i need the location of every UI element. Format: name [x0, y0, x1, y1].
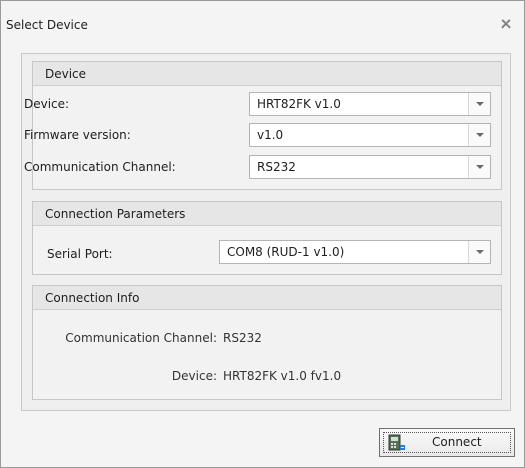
select-device-dialog: Select Device Device Device: HRT82FK v1.… — [0, 0, 525, 468]
channel-combobox[interactable]: RS232 — [249, 155, 491, 179]
firmware-combobox[interactable]: v1.0 — [249, 123, 491, 147]
firmware-label: Firmware version: — [24, 128, 131, 142]
connection-info-header: Connection Info — [33, 286, 501, 310]
info-channel-value: RS232 — [223, 331, 262, 345]
connect-button[interactable]: Connect — [379, 428, 515, 457]
connection-parameters-header: Connection Parameters — [33, 202, 501, 226]
chevron-down-icon[interactable] — [468, 124, 490, 146]
dialog-content: Device Device: HRT82FK v1.0 Firmware ver… — [21, 53, 511, 411]
chevron-down-icon[interactable] — [468, 241, 490, 263]
channel-value: RS232 — [257, 160, 296, 174]
device-group: Device Device: HRT82FK v1.0 Firmware ver… — [24, 61, 502, 190]
info-device-label: Device: — [171, 369, 217, 383]
device-label: Device: — [24, 97, 70, 111]
serial-port-value: COM8 (RUD-1 v1.0) — [227, 245, 345, 259]
serial-port-combobox[interactable]: COM8 (RUD-1 v1.0) — [219, 240, 491, 264]
device-group-header: Device — [33, 62, 501, 86]
chevron-down-icon[interactable] — [468, 156, 490, 178]
device-value: HRT82FK v1.0 — [257, 97, 341, 111]
connection-info-group: Connection Info Communication Channel: R… — [32, 285, 502, 400]
close-icon[interactable] — [497, 15, 515, 33]
device-combobox[interactable]: HRT82FK v1.0 — [249, 92, 491, 116]
dialog-title: Select Device — [6, 18, 88, 32]
channel-label: Communication Channel: — [24, 160, 176, 174]
connection-parameters-group: Connection Parameters Serial Port: COM8 … — [32, 201, 502, 275]
connect-label: Connect — [432, 435, 482, 449]
info-channel-label: Communication Channel: — [65, 331, 217, 345]
info-device-value: HRT82FK v1.0 fv1.0 — [223, 369, 342, 383]
serial-port-label: Serial Port: — [47, 247, 113, 261]
device-connect-icon — [388, 434, 406, 452]
firmware-value: v1.0 — [257, 128, 284, 142]
title-bar: Select Device — [1, 1, 524, 45]
chevron-down-icon[interactable] — [468, 93, 490, 115]
